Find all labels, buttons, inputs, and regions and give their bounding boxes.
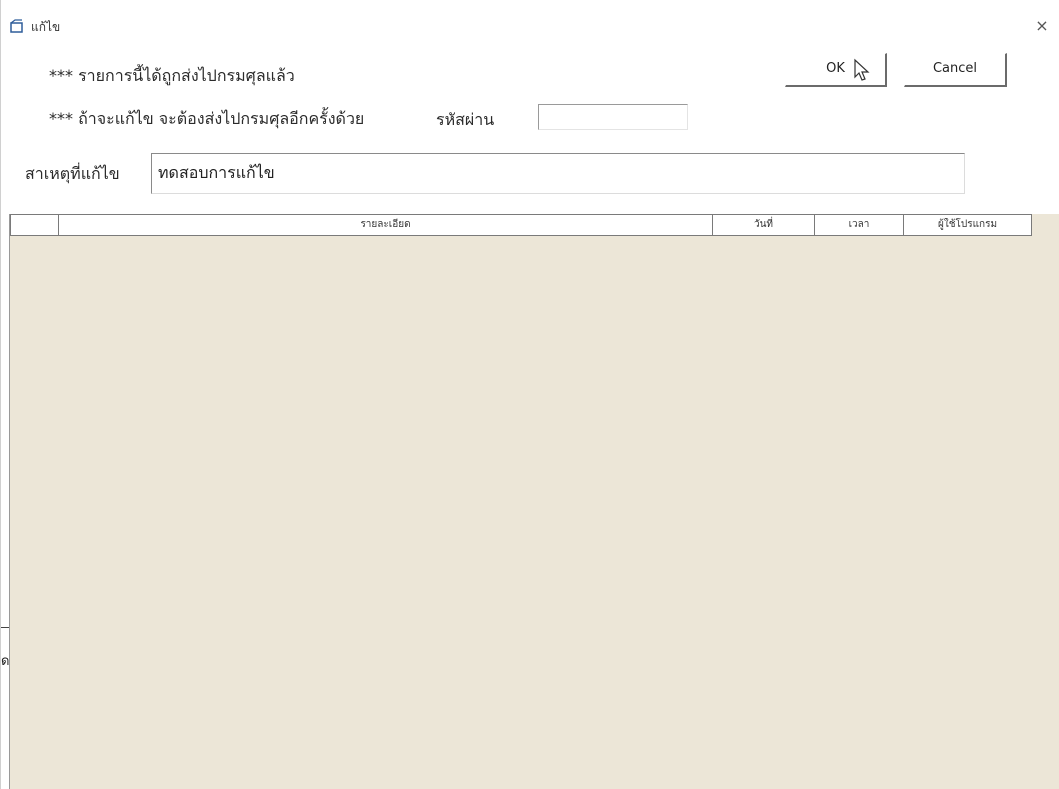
column-header-selector[interactable] xyxy=(11,215,59,235)
password-label: รหัสผ่าน xyxy=(436,110,495,129)
column-header-time[interactable]: เวลา xyxy=(815,215,904,235)
column-header-detail[interactable]: รายละเอียด xyxy=(59,215,713,235)
window-title: แก้ไข xyxy=(31,20,61,34)
password-input[interactable] xyxy=(538,104,688,130)
reason-label: สาเหตุที่แก้ไข xyxy=(25,164,120,183)
grid-header: รายละเอียด วันที่ เวลา ผู้ใช้โปรแกรม xyxy=(10,214,1032,236)
close-icon[interactable]: × xyxy=(1030,14,1054,38)
mouse-cursor-icon xyxy=(853,58,873,82)
background-window-edge xyxy=(1,627,9,628)
background-text-fragment: ด xyxy=(1,654,10,669)
notice-sent: *** รายการนี้ได้ถูกส่งไปกรมศุลแล้ว xyxy=(49,66,295,85)
column-header-date[interactable]: วันที่ xyxy=(713,215,815,235)
edit-dialog: แก้ไข × *** รายการนี้ได้ถูกส่งไปกรมศุลแล… xyxy=(0,0,1059,789)
window-icon xyxy=(9,19,25,35)
history-grid[interactable]: รายละเอียด วันที่ เวลา ผู้ใช้โปรแกรม xyxy=(9,214,1059,789)
column-header-user[interactable]: ผู้ใช้โปรแกรม xyxy=(904,215,1031,235)
notice-resend: *** ถ้าจะแก้ไข จะต้องส่งไปกรมศุลอีกครั้ง… xyxy=(49,109,365,128)
title-bar: แก้ไข × xyxy=(1,12,1059,42)
cancel-button[interactable]: Cancel xyxy=(904,53,1007,87)
reason-input[interactable] xyxy=(151,153,965,194)
